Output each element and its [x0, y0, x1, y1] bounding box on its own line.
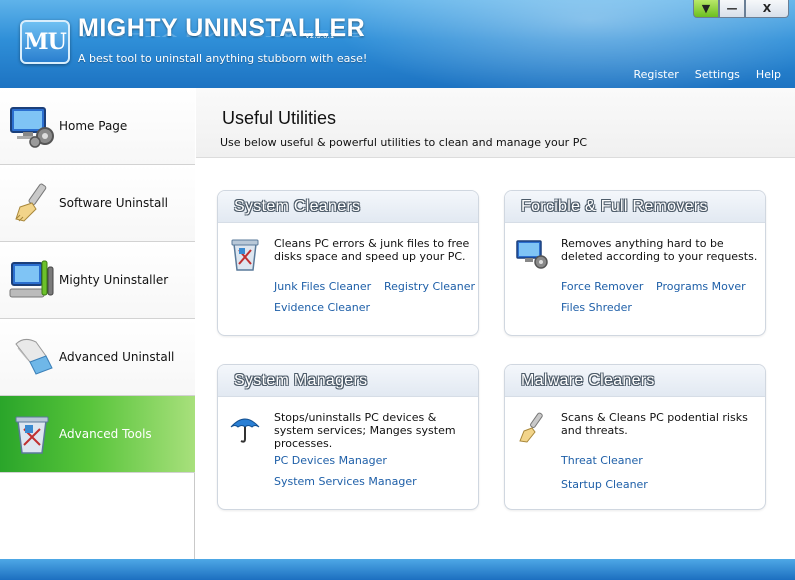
- close-button[interactable]: X: [745, 0, 789, 18]
- recycle-bin-icon: [6, 408, 58, 460]
- card-system-managers: System Managers Stops/uninstalls PC devi…: [217, 364, 479, 510]
- app-version: V2.5.0.1: [305, 32, 335, 40]
- app-header: MU MIGHTY UNINSTALLER MIGHTY UNINSTALLER…: [0, 0, 795, 88]
- main-header: Useful Utilities Use below useful & powe…: [196, 88, 795, 158]
- sidebar-item-label: Home Page: [59, 119, 128, 133]
- card-description: Removes anything hard to be deleted acco…: [561, 237, 758, 263]
- junk-files-cleaner-link[interactable]: Junk Files Cleaner: [274, 280, 371, 293]
- umbrella-icon: [228, 409, 262, 447]
- sidebar-item-advanced-tools[interactable]: Advanced Tools: [0, 396, 195, 473]
- page-title: Useful Utilities: [222, 108, 337, 128]
- status-bar: [0, 559, 795, 580]
- page-subtitle: Use below useful & powerful utilities to…: [220, 136, 588, 149]
- window-controls: ▼ — X: [693, 0, 789, 18]
- sidebar-item-mighty-uninstaller[interactable]: Mighty Uninstaller: [0, 242, 195, 319]
- settings-link[interactable]: Settings: [695, 68, 740, 81]
- card-system-cleaners: System Cleaners Cleans PC errors & junk …: [217, 190, 479, 336]
- force-remover-link[interactable]: Force Remover: [561, 280, 643, 293]
- card-description: Stops/uninstalls PC devices & system ser…: [274, 411, 456, 450]
- sidebar-item-home-page[interactable]: Home Page: [0, 88, 195, 165]
- monitor-gears-icon: [6, 100, 58, 152]
- dropdown-button[interactable]: ▼: [693, 0, 719, 18]
- card-description: Cleans PC errors & junk files to free di…: [274, 237, 470, 263]
- brush-icon: [6, 177, 58, 229]
- scroll-icon: [6, 331, 58, 383]
- card-title: Forcible & Full Removers: [505, 191, 765, 223]
- monitor-gears-icon: [515, 235, 549, 273]
- sidebar-item-label: Advanced Tools: [59, 427, 152, 441]
- minimize-button[interactable]: —: [719, 0, 745, 18]
- register-link[interactable]: Register: [634, 68, 679, 81]
- sidebar-item-label: Mighty Uninstaller: [59, 273, 169, 287]
- evidence-cleaner-link[interactable]: Evidence Cleaner: [274, 301, 370, 314]
- computer-tools-icon: [6, 254, 58, 306]
- sidebar-item-label: Advanced Uninstall: [59, 350, 175, 364]
- files-shreder-link[interactable]: Files Shreder: [561, 301, 632, 314]
- sidebar: Home Page Software Uninstall Mighty Unin…: [0, 88, 195, 559]
- registry-cleaner-link[interactable]: Registry Cleaner: [384, 280, 475, 293]
- sidebar-item-advanced-uninstall[interactable]: Advanced Uninstall: [0, 319, 195, 396]
- app-subtitle: A best tool to uninstall anything stubbo…: [78, 52, 368, 65]
- pc-devices-manager-link[interactable]: PC Devices Manager: [274, 454, 387, 467]
- main-content: Useful Utilities Use below useful & powe…: [196, 88, 795, 559]
- card-title: System Cleaners: [218, 191, 478, 223]
- card-description: Scans & Cleans PC podential risks and th…: [561, 411, 748, 437]
- card-title: System Managers: [218, 365, 478, 397]
- app-logo: MU: [20, 20, 70, 64]
- recycle-bin-icon: [228, 235, 262, 273]
- card-title: Malware Cleaners: [505, 365, 765, 397]
- brush-icon: [515, 409, 549, 447]
- threat-cleaner-link[interactable]: Threat Cleaner: [561, 454, 643, 467]
- top-nav: Register Settings Help: [634, 68, 782, 81]
- system-services-manager-link[interactable]: System Services Manager: [274, 475, 417, 488]
- programs-mover-link[interactable]: Programs Mover: [656, 280, 746, 293]
- card-malware-cleaners: Malware Cleaners Scans & Cleans PC poden…: [504, 364, 766, 510]
- sidebar-item-label: Software Uninstall: [59, 196, 169, 210]
- card-forcible-full-removers: Forcible & Full Removers Removes anythin…: [504, 190, 766, 336]
- help-link[interactable]: Help: [756, 68, 781, 81]
- startup-cleaner-link[interactable]: Startup Cleaner: [561, 478, 648, 491]
- sidebar-item-software-uninstall[interactable]: Software Uninstall: [0, 165, 195, 242]
